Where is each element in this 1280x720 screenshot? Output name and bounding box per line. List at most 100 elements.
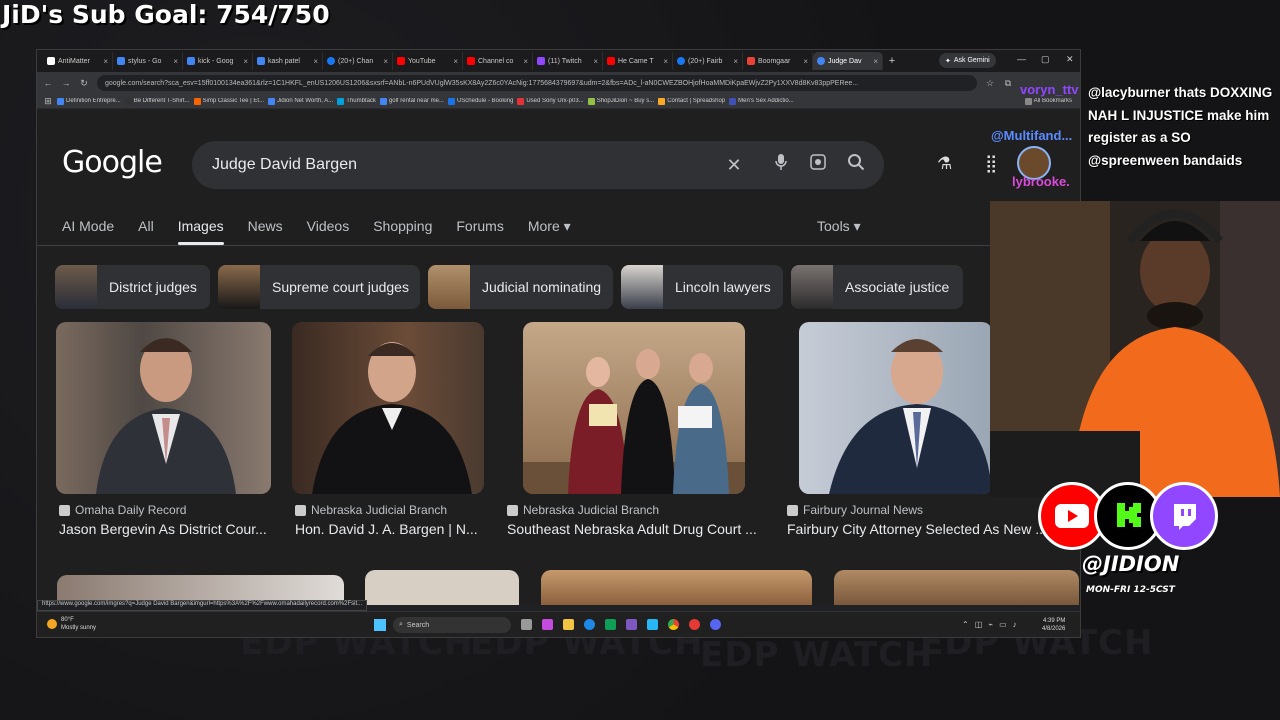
back-icon[interactable]: ← xyxy=(43,78,53,88)
browser-tab[interactable]: (20+) Fairb × xyxy=(673,52,743,70)
result-title[interactable]: Jason Bergevin As District Cour... xyxy=(59,521,267,537)
browser-tab-active[interactable]: Judge Dav × xyxy=(813,52,883,70)
browser-tab[interactable]: YouTube × xyxy=(393,52,463,70)
bookmark-item[interactable]: Definition Entrepre... xyxy=(57,97,121,105)
bookmark-item[interactable]: Thumbtack xyxy=(337,97,376,105)
lens-camera-icon[interactable] xyxy=(806,153,830,177)
close-icon[interactable]: × xyxy=(103,57,108,66)
bookmark-item[interactable]: Contact | Spreadshop xyxy=(658,97,725,105)
app-icon[interactable] xyxy=(626,619,637,630)
result-image[interactable] xyxy=(523,322,745,494)
close-icon[interactable]: × xyxy=(453,57,458,66)
result-image[interactable] xyxy=(56,322,271,494)
close-icon[interactable]: × xyxy=(663,57,668,66)
chip-district-judges[interactable]: District judges xyxy=(55,265,210,309)
tab-favicon-icon xyxy=(257,57,265,65)
app-icon[interactable] xyxy=(689,619,700,630)
bookmark-item[interactable]: Simp Classic Tee | Et... xyxy=(193,97,264,105)
bookmark-item[interactable]: Men's Sex Addictio... xyxy=(729,97,794,105)
close-icon[interactable]: × xyxy=(873,57,878,66)
browser-tab[interactable]: AntiMatter × xyxy=(43,52,113,70)
google-logo[interactable]: Google xyxy=(62,145,163,180)
task-view-icon[interactable] xyxy=(521,619,532,630)
result-image[interactable] xyxy=(541,570,812,605)
star-icon[interactable]: ☆ xyxy=(985,78,995,89)
clock[interactable]: 4:39 PM 4/8/2026 xyxy=(1042,617,1065,633)
app-icon[interactable] xyxy=(647,619,658,630)
file-explorer-icon[interactable] xyxy=(563,619,574,630)
windows-start-icon[interactable] xyxy=(374,619,386,631)
close-icon[interactable]: × xyxy=(173,57,178,66)
browser-tab[interactable]: Boomgaar × xyxy=(743,52,813,70)
bookmark-item[interactable]: USchedule - Booking xyxy=(447,97,513,105)
result-image[interactable] xyxy=(292,322,484,494)
search-icon[interactable] xyxy=(844,153,868,177)
browser-tab[interactable]: (11) Twitch × xyxy=(533,52,603,70)
tab-ai-mode[interactable]: AI Mode xyxy=(62,218,114,245)
browser-tab[interactable]: kash patel × xyxy=(253,52,323,70)
close-icon[interactable]: × xyxy=(733,57,738,66)
browser-tab[interactable]: stylus - Go × xyxy=(113,52,183,70)
chip-judicial-nominating[interactable]: Judicial nominating xyxy=(428,265,613,309)
minimize-icon[interactable]: — xyxy=(1017,54,1026,64)
discord-icon[interactable] xyxy=(710,619,721,630)
weather-widget[interactable]: 80°F Mostly sunny xyxy=(47,616,96,632)
chip-associate-justice[interactable]: Associate justice xyxy=(791,265,963,309)
tab-images[interactable]: Images xyxy=(177,218,224,245)
tab-news[interactable]: News xyxy=(248,218,283,245)
tab-videos[interactable]: Videos xyxy=(307,218,350,245)
new-tab-button[interactable]: + xyxy=(883,55,901,67)
tab-all[interactable]: All xyxy=(138,218,154,245)
search-box[interactable]: ✕ xyxy=(192,141,884,189)
close-icon[interactable]: × xyxy=(523,57,528,66)
browser-tab[interactable]: kick - Goog × xyxy=(183,52,253,70)
browser-tab[interactable]: Channel co × xyxy=(463,52,533,70)
bookmark-item[interactable]: golf rental near me... xyxy=(379,97,444,105)
close-icon[interactable]: × xyxy=(383,57,388,66)
reload-icon[interactable]: ↻ xyxy=(79,78,89,89)
apps-grid-icon[interactable]: ⊞ xyxy=(43,96,53,107)
bookmark-item[interactable]: Jidion Net Worth, A... xyxy=(267,97,333,105)
google-apps-icon[interactable]: ⣿ xyxy=(985,154,997,174)
result-title[interactable]: Southeast Nebraska Adult Drug Court ... xyxy=(507,521,757,537)
chip-lincoln-lawyers[interactable]: Lincoln lawyers xyxy=(621,265,783,309)
result-image[interactable] xyxy=(365,570,519,605)
webcam-feed xyxy=(990,201,1280,497)
forward-icon[interactable]: → xyxy=(61,78,71,88)
close-icon[interactable]: × xyxy=(313,57,318,66)
tab-more[interactable]: More ▾ xyxy=(528,218,571,245)
tools-button[interactable]: Tools ▾ xyxy=(817,218,861,235)
browser-tab[interactable]: (20+) Chan × xyxy=(323,52,393,70)
ask-gemini-button[interactable]: ✦ Ask Gemini xyxy=(939,53,996,68)
chrome-icon[interactable] xyxy=(668,619,679,630)
clear-icon[interactable]: ✕ xyxy=(722,153,746,177)
bookmark-item[interactable]: Be Different T-Shirt... xyxy=(124,97,190,105)
labs-flask-icon[interactable]: ⚗ xyxy=(937,154,952,174)
all-bookmarks[interactable]: All Bookmarks xyxy=(1024,97,1072,105)
microphone-icon[interactable] xyxy=(769,153,793,177)
tab-favicon-icon xyxy=(747,57,755,65)
store-icon[interactable] xyxy=(605,619,616,630)
close-icon[interactable]: × xyxy=(593,57,598,66)
close-window-icon[interactable]: ✕ xyxy=(1066,54,1074,65)
result-title[interactable]: Fairbury City Attorney Selected As New .… xyxy=(787,521,1047,537)
copilot-icon[interactable] xyxy=(542,619,553,630)
tab-forums[interactable]: Forums xyxy=(456,218,503,245)
system-tray[interactable]: ⌃◫⌁▭♪ xyxy=(962,620,1023,629)
bookmark-item[interactable]: ShopJiDion ~ Buy s... xyxy=(587,97,654,105)
result-title[interactable]: Hon. David J. A. Bargen | N... xyxy=(295,521,478,537)
close-icon[interactable]: × xyxy=(243,57,248,66)
url-field[interactable]: google.com/search?sca_esv=15ff0100134ea3… xyxy=(97,75,977,91)
edge-icon[interactable] xyxy=(584,619,595,630)
bookmark-item[interactable]: Used Sony Urx-p03... xyxy=(517,97,584,105)
search-input[interactable] xyxy=(212,156,712,174)
result-image[interactable] xyxy=(834,570,1079,605)
close-icon[interactable]: × xyxy=(803,57,808,66)
extensions-icon[interactable]: ⧉ xyxy=(1003,78,1013,89)
taskbar-search[interactable]: ⌕ Search xyxy=(393,617,511,633)
maximize-icon[interactable]: ▢ xyxy=(1041,54,1050,65)
tab-shopping[interactable]: Shopping xyxy=(373,218,432,245)
result-image[interactable] xyxy=(799,322,992,494)
browser-tab[interactable]: He Came T × xyxy=(603,52,673,70)
chip-supreme-court-judges[interactable]: Supreme court judges xyxy=(218,265,420,309)
